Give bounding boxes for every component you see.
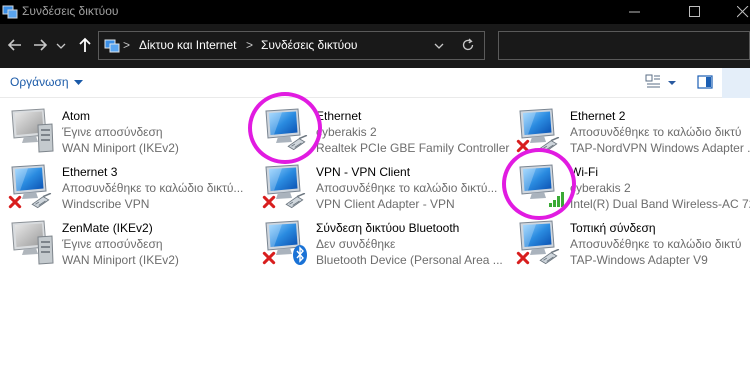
up-arrow-icon	[79, 37, 91, 52]
connection-device: Bluetooth Device (Personal Area ...	[316, 253, 503, 267]
connection-item[interactable]: VPN - VPN Client Αποσυνδέθηκε το καλώδιο…	[254, 156, 508, 212]
window-title: Συνδέσεις δικτύου	[22, 4, 119, 18]
ethernet-disconnected-icon	[8, 161, 52, 209]
back-button[interactable]	[4, 34, 26, 56]
connection-name: Ethernet 3	[62, 165, 118, 179]
connection-device: TAP-Windows Adapter V9	[570, 253, 708, 267]
connection-device: Windscribe VPN	[62, 197, 150, 211]
address-dropdown-icon[interactable]	[433, 40, 445, 52]
recent-locations-button[interactable]	[54, 34, 68, 56]
connections-list: Atom Έγινε αποσύνδεση WAN Miniport (IKEv…	[0, 98, 750, 375]
search-box[interactable]	[498, 31, 750, 60]
connection-name: Ethernet	[316, 109, 362, 123]
control-panel-icon	[104, 39, 120, 53]
breadcrumb-network-connections[interactable]: Συνδέσεις δικτύου	[261, 38, 357, 52]
minimize-icon	[629, 11, 640, 13]
network-connections-app-icon	[2, 5, 18, 19]
chevron-down-icon	[73, 75, 83, 89]
close-icon	[737, 6, 749, 18]
connection-name: Ethernet 2	[570, 109, 626, 123]
connection-status: Αποσυνδέθηκε το καλώδιο δικτύ...	[316, 181, 498, 195]
change-view-icon[interactable]	[645, 74, 661, 90]
connection-name: Σύνδεση δικτύου Bluetooth	[316, 221, 460, 235]
breadcrumb-network-internet[interactable]: Δίκτυο και Internet	[139, 38, 236, 52]
maximize-button[interactable]	[672, 0, 718, 24]
wan-miniport-icon	[8, 217, 56, 265]
preview-pane-toggle-area	[722, 68, 750, 98]
maximize-icon	[689, 6, 700, 17]
title-bar: Συνδέσεις δικτύου	[0, 0, 750, 24]
view-options-dropdown-icon[interactable]	[667, 74, 677, 90]
connection-name: Atom	[62, 109, 91, 123]
ethernet-disconnected-icon	[516, 217, 560, 265]
connection-name: ZenMate (IKEv2)	[62, 221, 153, 235]
connection-status: Αποσυνδέθηκε το καλώδιο δικτύ	[570, 125, 742, 139]
connection-device: WAN Miniport (IKEv2)	[62, 253, 179, 267]
refresh-icon[interactable]	[461, 38, 475, 52]
connection-status: Έγινε αποσύνδεση	[62, 125, 163, 139]
ethernet-disconnected-icon	[516, 105, 560, 153]
connection-status: Έγινε αποσύνδεση	[62, 237, 163, 251]
connection-device: VPN Client Adapter - VPN	[316, 197, 455, 211]
chevron-down-icon	[56, 43, 66, 49]
connection-status: Αποσυνδέθηκε το καλώδιο δικτύ...	[62, 181, 244, 195]
connection-status: Δεν συνδέθηκε	[316, 237, 396, 251]
connection-status: cyberakis 2	[316, 125, 377, 139]
back-arrow-icon	[7, 39, 21, 51]
connection-name: VPN - VPN Client	[316, 165, 411, 179]
connection-device: TAP-NordVPN Windows Adapter ...	[570, 141, 750, 155]
connection-status: Αποσυνδέθηκε το καλώδιο δικτύ	[570, 237, 742, 251]
connection-status: cyberakis 2	[570, 181, 631, 195]
minimize-button[interactable]	[612, 0, 658, 24]
connection-device: Intel(R) Dual Band Wireless-AC 72.	[570, 197, 750, 211]
connection-item[interactable]: Σύνδεση δικτύου Bluetooth Δεν συνδέθηκε …	[254, 212, 508, 268]
wan-miniport-icon	[8, 105, 56, 153]
connection-device: Realtek PCIe GBE Family Controller	[316, 141, 510, 155]
breadcrumb-separator: >	[246, 38, 254, 52]
navigation-bar: > Δίκτυο και Internet > Συνδέσεις δικτύο…	[0, 24, 750, 68]
connection-item[interactable]: ZenMate (IKEv2) Έγινε αποσύνδεση WAN Min…	[0, 212, 254, 268]
connection-item[interactable]: Atom Έγινε αποσύνδεση WAN Miniport (IKEv…	[0, 100, 254, 156]
wifi-highlight-circle	[502, 148, 576, 220]
connection-name: Τοπική σύνδεση	[570, 221, 656, 235]
organize-label: Οργάνωση	[10, 75, 69, 89]
connection-device: WAN Miniport (IKEv2)	[62, 141, 179, 155]
bluetooth-network-icon	[262, 217, 307, 265]
organize-menu[interactable]: Οργάνωση	[10, 75, 83, 89]
forward-arrow-icon	[34, 39, 48, 51]
up-button[interactable]	[74, 34, 96, 56]
connection-item[interactable]: Ethernet 3 Αποσυνδέθηκε το καλώδιο δικτύ…	[0, 156, 254, 212]
close-button[interactable]	[720, 0, 750, 24]
command-bar: Οργάνωση	[0, 68, 750, 98]
bluetooth-icon	[293, 245, 307, 265]
address-bar[interactable]: > Δίκτυο και Internet > Συνδέσεις δικτύο…	[98, 31, 485, 60]
connection-item[interactable]: Τοπική σύνδεση Αποσυνδέθηκε το καλώδιο δ…	[508, 212, 750, 268]
preview-pane-icon[interactable]	[697, 74, 713, 90]
breadcrumb-separator: >	[123, 38, 131, 52]
forward-button[interactable]	[30, 34, 52, 56]
ethernet-disconnected-icon	[262, 161, 306, 209]
ethernet-highlight-circle	[248, 92, 322, 164]
